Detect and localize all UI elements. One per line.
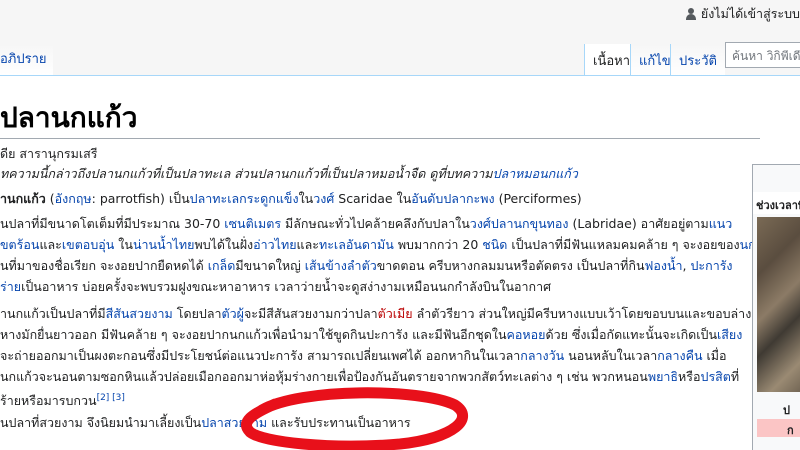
article-link[interactable]: เสียง [717,327,742,342]
paragraph-text: ที่ [730,369,740,384]
lead-bold-title: านกแก้ว [0,191,46,206]
lead-text: (Perciformes) [494,191,582,206]
article-link[interactable]: ฟองน้ำ [645,258,683,273]
paragraph-line: จะถ่ายออกมาเป็นผงตะกอนซึ่งมีประโยชน์ต่อแ… [0,348,727,364]
search-input[interactable]: ค้นหา วิกิพีเดีย [725,42,800,68]
hatnote-link[interactable]: ปลาหมอนกแก้ว [493,166,578,181]
uses-text: และรับประทานเป็นอาหาร [267,415,411,430]
paragraph-line: ร้ายหรือมารบกวน[2] [3] [0,390,125,409]
top-bar: ยังไม่ได้เข้าสู่ระบบ [0,0,800,34]
lead-text: : parrotfish) เป็น [91,191,190,206]
paragraph-text: มีขนาดใหญ่ [235,258,305,273]
article-link[interactable]: แนว [709,216,733,231]
article-link[interactable]: เกล็ด [208,258,236,273]
hatnote: ทความนี้กล่าวถึงปลานกแก้วที่เป็นปลาทะเล … [0,166,578,182]
paragraph-text: นกแก้วจะนอนตามซอกหินแล้วปล่อยเมือกออกมาห… [0,369,648,384]
title-divider [0,138,760,139]
paragraph-text: ใน [114,237,133,252]
paragraph-text: นที่มาของชื่อเรียก จะงอยปากยืดหดได้ [0,258,208,273]
article-link[interactable]: สีสันสวยงาม [106,306,173,321]
article-link[interactable]: ทะเลอันดามัน [319,237,394,252]
user-icon [685,8,697,20]
paragraph-text: หรือ [678,369,701,384]
paragraph-text: านกแก้วเป็นปลาที่มี [0,306,106,321]
paragraph-text: ลำตัวรียาว ส่วนใหญ่มีครีบหางแบบเว้าโดยขอ… [412,306,752,321]
article-link[interactable]: เซนติเมตร [224,216,281,231]
infobox-caption: ป [783,404,790,417]
paragraph-line: านกแก้วเป็นปลาที่มีสีสันสวยงาม โดยปลาตัว… [0,306,751,322]
article-link[interactable]: ร่าย [0,279,21,294]
paragraph-line: นที่มาของชื่อเรียก จะงอยปากยืดหดได้ เกล็… [0,258,733,274]
paragraph-text: โดยปลา [172,306,222,321]
family-link[interactable]: วงศ์ [313,191,334,206]
article-link[interactable]: กลางวัน [520,348,564,363]
article-link[interactable]: ปะการัง [690,258,732,273]
bony-fish-link[interactable]: ปลาทะเลกระดูกแข็ง [190,191,299,206]
article-content: ปลานกแก้ว ดีย สารานุกรมเสรี ทความนี้กล่า… [0,75,800,450]
tab-discussion[interactable]: อภิปราย [0,44,53,76]
paragraph-text: มีลักษณะทั่วไปคล้ายคลึงกับปลาใน [281,216,470,231]
paragraph-line: ร่ายเป็นอาหาร บ่อยครั้งจะพบรวมฝูงขณะหาอา… [0,279,551,295]
paragraph-text: นอนหลับในเวลา [564,348,658,363]
paragraph-text: เมื่อ [702,348,727,363]
article-link[interactable]: เขตอบอุ่น [62,237,114,252]
uses-text: นปลาที่สวยงาม จึงนิยมนำมาเลี้ยงเป็น [0,415,202,430]
paragraph-text: จะมีสีสันสวยงามกว่าปลา [243,306,378,321]
infobox-header: ช่วงเวลาที่มีชีวิตอยู่ [753,192,800,214]
aquarium-fish-link[interactable]: ปลาสวยงาม [201,415,267,430]
article-link[interactable]: เส้นข้างลำตัว [305,258,377,273]
order-link[interactable]: อันดับปลากะพง [411,191,494,206]
lead-text: ( [45,191,55,206]
article-link[interactable]: ชนิด [482,237,507,252]
article-link[interactable]: ขตร้อน [0,237,39,252]
tab-history[interactable]: ประวัติ [670,44,725,76]
article-link[interactable]: ปรสิต [701,369,731,384]
lead-text: ใน [298,191,314,206]
paragraph-text: และ [39,237,62,252]
paragraph-text: (Labridae) อาศัยอยู่ตาม [568,216,709,231]
article-link[interactable]: ตัวเมีย [378,306,413,321]
article-link[interactable]: วงศ์ปลานกขุนทอง [470,216,569,231]
paragraph-uses: นปลาที่สวยงาม จึงนิยมนำมาเลี้ยงเป็นปลาสว… [0,415,411,431]
paragraph-text: นปลาที่มีขนาดโตเต็มที่มีประมาณ 30-70 [0,216,225,231]
paragraph-text: พบมากกว่า 20 [393,237,483,252]
paragraph-line: นกแก้วจะนอนตามซอกหินแล้วปล่อยเมือกออกมาห… [0,369,739,385]
paragraph-text: และ [296,237,319,252]
paragraph-text: ขาดตอน ครีบหางกลมมนหรือตัดตรง เป็นปลาที่… [376,258,645,273]
lead-text: Scaridae ใน [334,191,412,206]
lang-link[interactable]: อังกฤษ [55,191,92,206]
tabs-row: อภิปราย เนื้อหา แก้ไข ประวัติ [0,36,800,76]
article-link[interactable]: กลางคืน [657,348,702,363]
hatnote-text: ทความนี้กล่าวถึงปลานกแก้วที่เป็นปลาทะเล … [0,166,493,181]
paragraph-line: นปลาที่มีขนาดโตเต็มที่มีประมาณ 30-70 เซน… [0,216,732,232]
article-link[interactable]: พยาธิ [648,369,678,384]
article-link[interactable]: ตัวผู้ [222,306,244,321]
paragraph-text: เป็นอาหาร บ่อยครั้งจะพบรวมฝูงขณะหาอาหาร … [21,279,552,294]
user-menu[interactable]: ยังไม่ได้เข้าสู่ระบบ [685,4,800,24]
infobox: ช่วงเวลาที่มีชีวิตอยู่ ป ก [752,164,800,450]
infobox-image[interactable] [757,217,800,392]
article-link[interactable]: คอหอย [507,327,546,342]
infobox-classification-header: ก [757,419,800,437]
paragraph-text: เป็นปลาที่มีฟันแหลมคมคล้าย ๆ จะงอยของ [507,237,740,252]
paragraph-text: ร้ายหรือมารบกวน [0,393,97,409]
page-title: ปลานกแก้ว [0,103,138,134]
paragraph-line: ขตร้อนและเขตอบอุ่น ในน่านน้ำไทยพบได้ในฝั… [0,237,756,253]
paragraph-line: หางมักยื่นยาวออก มีฟันคล้าย ๆ จะงอยปากนก… [0,327,742,343]
paragraph-text: จะถ่ายออกมาเป็นผงตะกอนซึ่งมีประโยชน์ต่อแ… [0,348,521,363]
paragraph-text: ด้วย ซึ่งเมื่อกัดแทะนั้นจะเกิดเป็น [545,327,718,342]
paragraph-text: หางมักยื่นยาวออก มีฟันคล้าย ๆ จะงอยปากนก… [0,327,507,342]
paragraph-text: พบได้ในฝั่ง [194,237,254,252]
reference-link[interactable]: [2] [3] [97,393,125,403]
article-link[interactable]: อ่าวไทย [253,237,296,252]
site-subtitle: ดีย สารานุกรมเสรี [0,146,98,161]
article-link[interactable]: น่านน้ำไทย [133,237,195,252]
lead-paragraph: านกแก้ว (อังกฤษ: parrotfish) เป็นปลาทะเล… [0,191,582,207]
not-logged-in-link[interactable]: ยังไม่ได้เข้าสู่ระบบ [701,4,800,24]
